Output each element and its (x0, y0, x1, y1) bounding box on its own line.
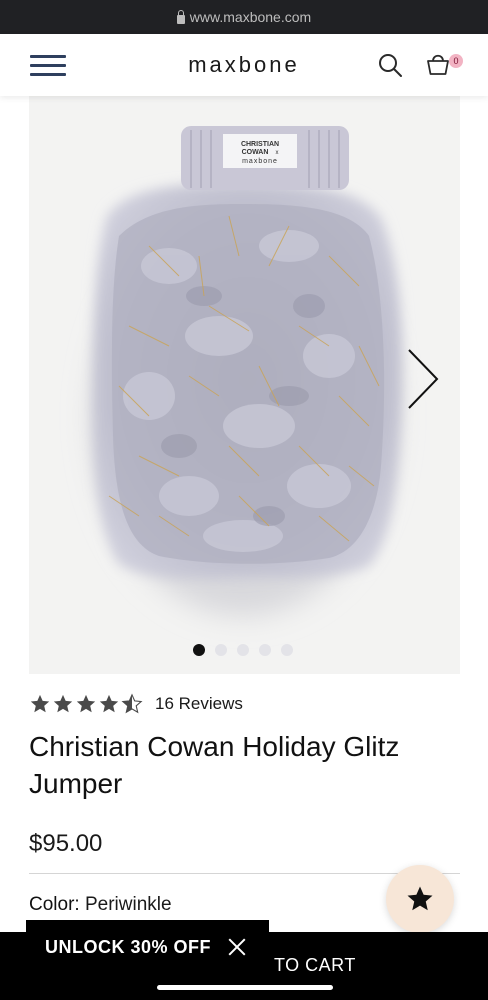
gallery-dot[interactable] (193, 644, 205, 656)
label-line1: CHRISTIAN (241, 141, 279, 148)
half-star-icon (121, 693, 143, 714)
close-icon[interactable] (227, 937, 247, 957)
product-price: $95.00 (29, 830, 103, 857)
cart-count-badge: 0 (449, 54, 463, 68)
product-rating: 16 Reviews (29, 693, 243, 715)
add-to-cart-button[interactable]: TO CART (274, 955, 356, 976)
gallery-dot[interactable] (281, 644, 293, 656)
reviews-link[interactable]: 16 Reviews (155, 694, 243, 714)
star-icon (30, 694, 50, 713)
reviews-star-button[interactable] (386, 865, 454, 933)
lock-icon (176, 9, 185, 24)
product-image: CHRISTIAN COWAN x maxbone (29, 96, 460, 674)
color-label: Color: (29, 894, 80, 915)
search-icon[interactable] (377, 52, 403, 78)
star-icon (99, 694, 119, 713)
product-title: Christian Cowan Holiday Glitz Jumper (29, 731, 400, 799)
basket-icon[interactable] (424, 50, 452, 78)
home-indicator (157, 985, 333, 990)
color-value: Periwinkle (84, 894, 172, 915)
rating-stars (29, 693, 143, 715)
label-line3: x (276, 150, 279, 156)
label-line2: COWAN (242, 149, 269, 156)
gallery-dot[interactable] (215, 644, 227, 656)
label-line4: maxbone (242, 158, 278, 165)
gallery-dot[interactable] (259, 644, 271, 656)
unlock-text: UNLOCK 30% OFF (45, 936, 212, 957)
gallery-dots (193, 644, 293, 656)
chevron-right-icon[interactable] (403, 344, 443, 414)
unlock-discount-banner[interactable]: UNLOCK 30% OFF (26, 920, 269, 974)
url-bar[interactable]: www.maxbone.com (0, 0, 488, 34)
url-text: www.maxbone.com (189, 9, 312, 25)
color-row: Color: Periwinkle (29, 894, 172, 916)
star-icon (76, 694, 96, 713)
gallery-dot[interactable] (237, 644, 249, 656)
star-icon (53, 694, 73, 713)
site-header: maxbone 0 (0, 34, 488, 96)
site-logo[interactable]: maxbone (0, 52, 488, 78)
star-icon (407, 886, 433, 911)
product-gallery[interactable]: CHRISTIAN COWAN x maxbone (29, 96, 460, 674)
